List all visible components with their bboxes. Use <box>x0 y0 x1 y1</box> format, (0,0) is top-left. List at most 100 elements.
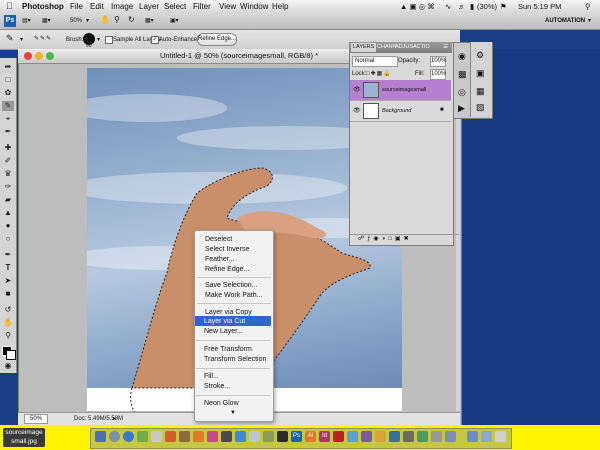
menu-window[interactable]: Window <box>240 1 268 12</box>
refine-edge-button[interactable]: Refine Edge... <box>197 33 237 46</box>
paint-bucket-tool-icon[interactable]: ▲ <box>2 208 14 218</box>
selection-mode-icons[interactable]: ✎✎✎ <box>34 35 52 43</box>
brush-tool-icon[interactable]: ✐ <box>2 156 14 166</box>
opacity-field[interactable]: 100% <box>430 56 446 67</box>
indesign-dock-icon[interactable]: Id <box>319 431 330 442</box>
zoom-tool-button[interactable]: ⚲ <box>2 331 14 341</box>
fill-field[interactable]: 100% <box>430 69 446 80</box>
menu-view[interactable]: View <box>219 1 236 12</box>
panel-menu-icon[interactable]: ☰ <box>443 43 448 52</box>
rotate-view-icon[interactable]: ↻ <box>128 16 135 24</box>
preview-icon[interactable] <box>235 431 246 442</box>
photoshop-dock-icon[interactable]: Ps <box>291 431 302 442</box>
menu-item-transform-selection[interactable]: Transform Selection <box>204 355 266 364</box>
menu-item-refine-edge[interactable]: Refine Edge... <box>205 265 249 274</box>
auto-enhance-checkbox[interactable]: ✓ <box>151 36 159 44</box>
app-dock-icon-4[interactable] <box>403 431 414 442</box>
app-dock-icon-3[interactable] <box>389 431 400 442</box>
clone-source-panel-icon[interactable]: ▣ <box>476 68 485 79</box>
eraser-tool-icon[interactable]: ▰ <box>2 195 14 205</box>
brush-dropdown-icon[interactable]: ▾ <box>97 36 100 44</box>
blur-tool-icon[interactable]: ● <box>2 221 14 231</box>
dashboard-icon[interactable] <box>109 431 120 442</box>
system-preferences-icon[interactable] <box>263 431 274 442</box>
battery-icon[interactable]: ▮ <box>470 1 474 12</box>
firefox-dock-icon[interactable] <box>347 431 358 442</box>
tab-channels[interactable]: CHANN <box>377 43 397 52</box>
downloads-stack-icon[interactable] <box>481 431 492 442</box>
arrange-documents-icon[interactable]: ▦▾ <box>145 17 154 25</box>
swatches-panel-icon[interactable]: ▩ <box>458 69 467 80</box>
menu-edit[interactable]: Edit <box>90 1 104 12</box>
layers-panel-footer-icons[interactable]: ☍ƒ◉◑□▣✖ <box>350 234 459 244</box>
menu-image[interactable]: Image <box>111 1 133 12</box>
hand-tool-icon[interactable]: ✋ <box>100 16 110 24</box>
zoom-tool-icon[interactable]: ⚲ <box>114 16 120 24</box>
healing-brush-tool-icon[interactable]: ✚ <box>2 143 14 153</box>
menu-item-deselect[interactable]: Deselect <box>205 235 232 244</box>
history-brush-tool-icon[interactable]: ✑ <box>2 182 14 192</box>
pen-tool-icon[interactable]: ✒ <box>2 250 14 260</box>
path-selection-tool-icon[interactable]: ➤ <box>2 276 14 286</box>
itunes-icon[interactable] <box>207 431 218 442</box>
view-extras-icon[interactable]: ▦▾ <box>42 17 51 25</box>
styles-panel-icon[interactable]: ◎ <box>458 87 466 98</box>
screen-mode-icon[interactable]: ▣▾ <box>170 17 179 25</box>
menu-item-stroke[interactable]: Stroke... <box>204 382 230 391</box>
layer-row-sourceimagesmall[interactable]: 👁 sourceimagesmall <box>350 80 451 101</box>
type-tool-icon[interactable]: T <box>2 263 14 273</box>
documents-stack-icon[interactable] <box>467 431 478 442</box>
trash-icon[interactable] <box>495 431 506 442</box>
tab-layers[interactable]: LAYERS <box>351 43 377 52</box>
illustrator-dock-icon[interactable]: Ai <box>305 431 316 442</box>
background-color-swatch[interactable] <box>6 350 16 360</box>
quick-mask-icon[interactable]: ◉ <box>2 361 14 371</box>
menu-scroll-down-icon[interactable]: ▼ <box>230 409 236 418</box>
eyedropper-tool-icon[interactable]: ✒ <box>2 127 14 137</box>
menu-item-select-inverse[interactable]: Select Inverse <box>205 245 249 254</box>
marquee-tool-icon[interactable]: □ <box>2 75 14 85</box>
visibility-eye-icon[interactable]: 👁 <box>353 107 361 115</box>
app-menu-photoshop[interactable]: Photoshop <box>22 1 64 12</box>
workspace-switcher[interactable]: AUTOMATION <box>545 17 585 25</box>
quick-selection-tool-button[interactable]: ✎ <box>2 101 14 111</box>
bridge-icon[interactable]: ▤▾ <box>22 17 31 25</box>
status-icons[interactable]: ▲ ▣ ◎ ⌘ <box>400 1 435 12</box>
address-book-icon[interactable] <box>165 431 176 442</box>
tab-adjustments[interactable]: ADJUS <box>395 43 413 52</box>
3d-rotate-tool-icon[interactable]: ↺ <box>2 305 14 315</box>
menu-item-feather[interactable]: Feather... <box>205 255 235 264</box>
dodge-tool-icon[interactable]: ○ <box>2 234 14 244</box>
hand-tool-button[interactable]: ✋ <box>2 318 14 328</box>
terminal-icon[interactable] <box>277 431 288 442</box>
app-dock-icon-7[interactable] <box>445 431 456 442</box>
menu-item-save-selection[interactable]: Save Selection... <box>205 281 258 290</box>
menu-item-layer-via-cut[interactable]: Layer via Cut <box>204 317 245 326</box>
volume-icon[interactable]: ♬ <box>458 1 466 12</box>
menu-help[interactable]: Help <box>272 1 288 12</box>
finder-icon[interactable] <box>95 431 106 442</box>
apple-icon[interactable]:  <box>6 1 13 12</box>
zoom-level[interactable]: 50% <box>70 17 82 25</box>
color-panel-icon[interactable]: ◉ <box>458 51 466 62</box>
textedit-icon[interactable] <box>249 431 260 442</box>
history-panel-icon[interactable]: ▦ <box>476 86 485 97</box>
workspace-dropdown-icon[interactable]: ▾ <box>588 17 591 25</box>
app-dock-icon-1[interactable] <box>361 431 372 442</box>
tab-actions[interactable]: ACTIO <box>413 43 430 52</box>
quick-selection-tool-icon[interactable]: ✎ <box>6 33 14 44</box>
shape-tool-icon[interactable]: ■ <box>2 289 14 299</box>
menu-item-make-work-path[interactable]: Make Work Path... <box>205 291 262 300</box>
wifi-icon[interactable]: ∿ <box>445 1 451 12</box>
menubar-clock[interactable]: Sun 5:19 PM <box>518 1 561 12</box>
menu-item-fill[interactable]: Fill... <box>204 372 219 381</box>
tool-preset-dropdown-icon[interactable]: ▾ <box>20 36 23 44</box>
menu-item-free-transform[interactable]: Free Transform <box>204 345 252 354</box>
ichat-icon[interactable] <box>137 431 148 442</box>
lock-icons[interactable]: □✚▦🔒 <box>366 70 392 78</box>
layer-row-background[interactable]: 👁 Background ■ <box>350 101 451 122</box>
app-dock-icon-2[interactable] <box>375 431 386 442</box>
masks-panel-icon[interactable]: ▶ <box>458 103 465 114</box>
navigator-panel-icon[interactable]: ▧ <box>476 102 485 113</box>
iphoto-icon[interactable] <box>221 431 232 442</box>
